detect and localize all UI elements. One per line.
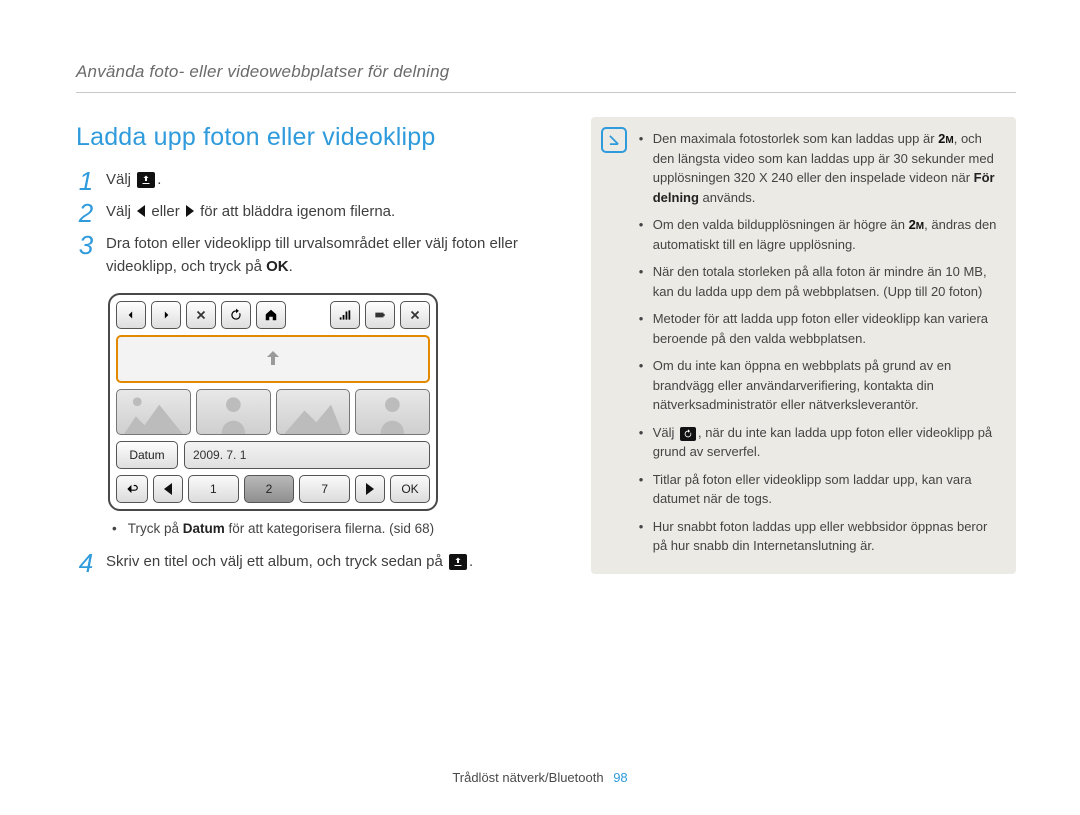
thumbnail[interactable]: [355, 389, 430, 435]
tip-fragment: Välj: [653, 425, 678, 440]
page-7[interactable]: 7: [299, 475, 350, 503]
step-fragment: för att bläddra igenom filerna.: [200, 203, 395, 220]
step-number: 1: [76, 168, 96, 194]
footer-section: Trådlöst nätverk/Bluetooth: [452, 770, 603, 785]
back-arrow-button[interactable]: [116, 301, 146, 329]
ok-button[interactable]: OK: [390, 475, 430, 503]
upload-icon: [137, 172, 155, 188]
toolbar: [116, 301, 430, 329]
chevron-right-icon: [366, 483, 374, 495]
step-fragment: eller: [151, 203, 179, 220]
tip-fragment: Den maximala fotostorlek som kan laddas …: [653, 131, 938, 146]
step-fragment: Dra foton eller videoklipp till urvalsom…: [106, 235, 518, 275]
subnote-bold: Datum: [183, 521, 225, 536]
tip-item: Om den valda bildupplösningen är högre ä…: [639, 215, 1002, 254]
tip-item: När den totala storleken på alla foton ä…: [639, 262, 1002, 301]
step-fragment: Välj: [106, 171, 131, 188]
step-fragment: .: [289, 258, 293, 275]
tip-item: Den maximala fotostorlek som kan laddas …: [639, 129, 1002, 207]
close-button[interactable]: [186, 301, 216, 329]
date-field: 2009. 7. 1: [184, 441, 430, 469]
ok-bold: OK: [266, 258, 289, 275]
home-button[interactable]: [256, 301, 286, 329]
signal-icon: [330, 301, 360, 329]
step-4: 4 Skriv en titel och välj ett album, och…: [76, 550, 551, 576]
chevron-right-icon: [186, 205, 194, 217]
subnote-fragment: Tryck på: [128, 521, 183, 536]
header-rule: [76, 92, 1016, 93]
page-number: 98: [613, 770, 627, 785]
thumbnail[interactable]: [116, 389, 191, 435]
step-text: Välj eller för att bläddra igenom filern…: [106, 200, 395, 223]
refresh-icon: [680, 427, 696, 441]
page-1[interactable]: 1: [188, 475, 239, 503]
forward-arrow-button[interactable]: [151, 301, 181, 329]
next-button[interactable]: [355, 475, 385, 503]
step-fragment: .: [469, 553, 473, 570]
step-fragment: Skriv en titel och välj ett album, och t…: [106, 553, 443, 570]
tip-fragment: , när du inte kan ladda upp foton eller …: [653, 425, 992, 460]
datum-button[interactable]: Datum: [116, 441, 178, 469]
subnote-fragment: för att kategorisera filerna. (sid 68): [225, 521, 434, 536]
close-x-button[interactable]: [400, 301, 430, 329]
step-number: 4: [76, 550, 96, 576]
tip-fragment: Om den valda bildupplösningen är högre ä…: [653, 217, 909, 232]
step-number: 2: [76, 200, 96, 226]
tip-item: Välj , när du inte kan ladda upp foton e…: [639, 423, 1002, 462]
section-title: Ladda upp foton eller videoklipp: [76, 123, 551, 152]
step-3: 3 Dra foton eller videoklipp till urvals…: [76, 232, 551, 279]
tip-item: Om du inte kan öppna en webbplats på gru…: [639, 356, 1002, 415]
step-2: 2 Välj eller för att bläddra igenom file…: [76, 200, 551, 226]
refresh-button[interactable]: [221, 301, 251, 329]
footer: Trådlöst nätverk/Bluetooth 98: [0, 770, 1080, 785]
resolution-2m-icon: 2M: [938, 129, 954, 149]
return-button[interactable]: [116, 475, 148, 503]
chevron-left-icon: [164, 483, 172, 495]
step-1: 1 Välj .: [76, 168, 551, 194]
drop-zone[interactable]: [116, 335, 430, 383]
subnote: Tryck på Datum för att kategorisera file…: [112, 521, 551, 536]
thumbnail[interactable]: [276, 389, 351, 435]
chevron-left-icon: [137, 205, 145, 217]
tip-fragment: används.: [699, 190, 755, 205]
step-fragment: Välj: [106, 203, 131, 220]
columns: Ladda upp foton eller videoklipp 1 Välj …: [76, 117, 1016, 582]
date-row: Datum 2009. 7. 1: [116, 441, 430, 469]
note-icon: [601, 127, 627, 153]
step-text: Välj .: [106, 168, 161, 191]
upload-arrow-icon: [261, 347, 285, 371]
page-2[interactable]: 2: [244, 475, 295, 503]
prev-button[interactable]: [153, 475, 183, 503]
thumbnail[interactable]: [196, 389, 271, 435]
tip-item: Hur snabbt foton laddas upp eller webbsi…: [639, 517, 1002, 556]
tip-item: Metoder för att ladda upp foton eller vi…: [639, 309, 1002, 348]
tip-item: Titlar på foton eller videoklipp som lad…: [639, 470, 1002, 509]
tips-box: Den maximala fotostorlek som kan laddas …: [591, 117, 1016, 574]
page: Använda foto- eller videowebbplatser för…: [0, 0, 1080, 815]
upload-icon: [449, 554, 467, 570]
step-number: 3: [76, 232, 96, 258]
left-column: Ladda upp foton eller videoklipp 1 Välj …: [76, 117, 551, 582]
thumbnail-row: [116, 389, 430, 435]
right-column: Den maximala fotostorlek som kan laddas …: [591, 117, 1016, 582]
resolution-2m-icon: 2M: [909, 215, 925, 235]
nav-row: 1 2 7 OK: [116, 475, 430, 503]
step-text: Dra foton eller videoklipp till urvalsom…: [106, 232, 551, 279]
camera-ui: Datum 2009. 7. 1 1 2 7 OK: [108, 293, 438, 511]
header: Använda foto- eller videowebbplatser för…: [76, 62, 1016, 82]
step-text: Skriv en titel och välj ett album, och t…: [106, 550, 473, 573]
battery-icon: [365, 301, 395, 329]
